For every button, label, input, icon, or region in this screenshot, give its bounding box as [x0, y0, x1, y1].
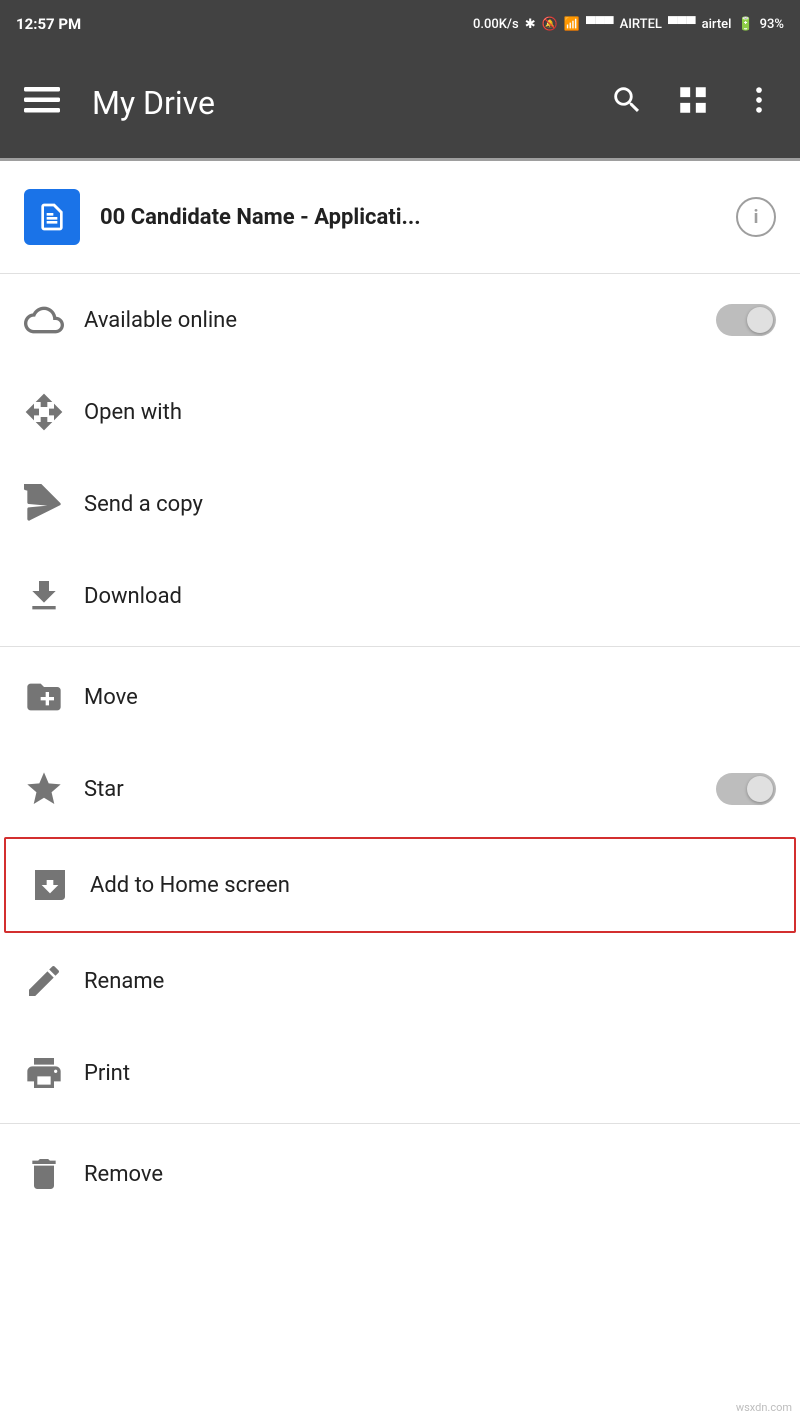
menu-item-move[interactable]: Move: [0, 651, 800, 743]
file-name: 00 Candidate Name - Applicati...: [100, 205, 736, 230]
menu-item-print[interactable]: Print: [0, 1027, 800, 1119]
download-label: Download: [84, 584, 776, 609]
divider-1: [0, 646, 800, 647]
wifi-icon: 📶: [564, 17, 580, 32]
add-home-icon: [30, 865, 90, 905]
download-icon: [24, 576, 84, 616]
menu-item-download[interactable]: Download: [0, 550, 800, 642]
search-icon[interactable]: [602, 75, 652, 132]
rename-label: Rename: [84, 969, 776, 994]
battery-percent: 93%: [760, 17, 784, 32]
speed-indicator: 0.00K/s: [473, 17, 519, 32]
remove-icon: [24, 1154, 84, 1194]
menu-item-send-copy[interactable]: Send a copy: [0, 458, 800, 550]
open-with-label: Open with: [84, 400, 776, 425]
file-header: 00 Candidate Name - Applicati... i: [0, 161, 800, 274]
mute-icon: 🔕: [542, 17, 558, 32]
app-bar: My Drive: [0, 48, 800, 158]
move-icon: [24, 677, 84, 717]
app-title: My Drive: [92, 84, 586, 122]
star-icon: [24, 769, 84, 809]
menu-item-add-home[interactable]: Add to Home screen: [4, 837, 796, 933]
star-toggle[interactable]: [716, 773, 776, 805]
status-time: 12:57 PM: [16, 15, 81, 33]
signal-icon: ▀▀▀: [586, 16, 614, 32]
open-with-icon: [24, 392, 84, 432]
print-label: Print: [84, 1061, 776, 1086]
watermark: wsxdn.com: [736, 1401, 792, 1414]
carrier-name: AIRTEL: [620, 17, 662, 32]
send-copy-icon: [24, 484, 84, 524]
menu-list: Available online Open with Send a copy D…: [0, 274, 800, 1220]
menu-item-star[interactable]: Star: [0, 743, 800, 835]
print-icon: [24, 1053, 84, 1093]
menu-item-available-online[interactable]: Available online: [0, 274, 800, 366]
menu-item-remove[interactable]: Remove: [0, 1128, 800, 1220]
hamburger-menu-icon[interactable]: [16, 73, 68, 133]
add-home-label: Add to Home screen: [90, 873, 770, 898]
info-icon[interactable]: i: [736, 197, 776, 237]
status-icons: 0.00K/s ✱ 🔕 📶 ▀▀▀ AIRTEL ▀▀▀ airtel 🔋 93…: [473, 16, 784, 32]
bluetooth-icon: ✱: [525, 17, 536, 32]
grid-view-icon[interactable]: [668, 75, 718, 132]
rename-icon: [24, 961, 84, 1001]
battery-icon: 🔋: [737, 17, 753, 32]
send-copy-label: Send a copy: [84, 492, 776, 517]
file-doc-icon: [24, 189, 80, 245]
carrier-name-2: airtel: [702, 17, 732, 32]
status-bar: 12:57 PM 0.00K/s ✱ 🔕 📶 ▀▀▀ AIRTEL ▀▀▀ ai…: [0, 0, 800, 48]
more-options-icon[interactable]: [734, 75, 784, 132]
move-label: Move: [84, 685, 776, 710]
signal-icon-2: ▀▀▀: [668, 16, 696, 32]
menu-item-rename[interactable]: Rename: [0, 935, 800, 1027]
available-online-toggle[interactable]: [716, 304, 776, 336]
available-online-label: Available online: [84, 308, 716, 333]
divider-2: [0, 1123, 800, 1124]
remove-label: Remove: [84, 1162, 776, 1187]
menu-item-open-with[interactable]: Open with: [0, 366, 800, 458]
star-label: Star: [84, 777, 716, 802]
available-online-icon: [24, 300, 84, 340]
